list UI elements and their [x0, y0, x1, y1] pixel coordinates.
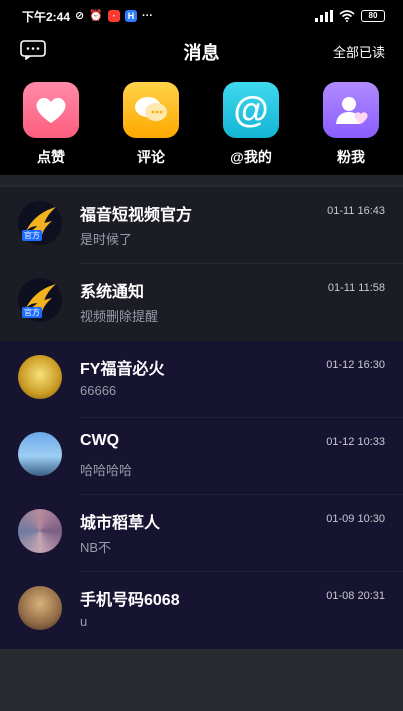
message-time: 01-11 16:43: [327, 205, 385, 217]
more-dots-icon: ···: [141, 9, 153, 22]
sender-name: CWQ: [80, 432, 120, 449]
official-badge: 官方: [22, 230, 42, 241]
quick-action-fans[interactable]: 粉我: [316, 82, 386, 167]
message-preview: u: [80, 614, 88, 629]
message-preview: NB不: [80, 540, 112, 555]
at-icon: @: [223, 82, 279, 138]
wifi-icon: [339, 10, 355, 22]
message-row[interactable]: FY福音必火 66666 01-12 16:30: [0, 341, 403, 418]
message-time: 01-11 11:58: [327, 282, 385, 294]
alarm-icon: ⏰: [89, 9, 103, 22]
status-time: 下午2:44: [22, 9, 71, 24]
avatar: [18, 509, 62, 553]
person-heart-icon: [323, 82, 379, 138]
message-preview: 是时候了: [80, 232, 133, 247]
message-row[interactable]: 官方 系统通知 视频删除提醒 01-11 11:58: [0, 264, 403, 341]
message-list: 官方 福音短视频官方 是时候了 01-11 16:43 官方 系统通知 视频删除…: [0, 187, 403, 649]
quick-action-label: 评论: [137, 149, 165, 165]
quick-action-comments[interactable]: 评论: [116, 82, 186, 167]
avatar: [18, 586, 62, 630]
mark-all-read-button[interactable]: 全部已读: [333, 42, 385, 61]
message-row[interactable]: 官方 福音短视频官方 是时候了 01-11 16:43: [0, 187, 403, 264]
empty-area: [0, 663, 403, 711]
message-time: 01-12 16:30: [326, 359, 385, 371]
battery-icon: 80: [361, 10, 385, 22]
quick-action-label: 点赞: [37, 149, 65, 165]
message-time: 01-08 20:31: [326, 590, 385, 602]
app-badge-blue-icon: H: [124, 10, 137, 22]
comment-icon: [123, 82, 179, 138]
message-preview: 66666: [80, 383, 117, 398]
official-badge: 官方: [22, 307, 42, 318]
sender-name: FY福音必火: [80, 361, 165, 378]
mute-icon: ⊘: [75, 9, 85, 22]
message-row[interactable]: CWQ 哈哈哈哈 01-12 10:33: [0, 418, 403, 495]
message-preview: 哈哈哈哈: [80, 463, 133, 478]
app-badge-red-icon: ·: [107, 10, 120, 22]
nav-bar: 消息 全部已读: [0, 32, 403, 68]
panel-header: [0, 175, 403, 185]
message-preview: 视频删除提醒: [80, 309, 159, 324]
quick-action-label: @我的: [230, 149, 272, 165]
heart-icon: [23, 82, 79, 138]
message-time: 01-09 10:30: [326, 513, 385, 525]
message-row[interactable]: 城市稻草人 NB不 01-09 10:30: [0, 495, 403, 572]
quick-action-likes[interactable]: 点赞: [16, 82, 86, 167]
sender-name: 福音短视频官方: [80, 207, 193, 224]
quick-actions: 点赞 评论 @ @我的 粉我: [0, 82, 403, 170]
quick-action-mentions[interactable]: @ @我的: [216, 82, 286, 167]
status-bar: 下午2:44 ⊘ ⏰ · H ··· 80: [0, 0, 403, 32]
message-panel: 官方 福音短视频官方 是时候了 01-11 16:43 官方 系统通知 视频删除…: [0, 175, 403, 711]
battery-level: 80: [368, 11, 378, 20]
message-row[interactable]: 手机号码6068 u 01-08 20:31: [0, 572, 403, 649]
avatar: [18, 355, 62, 399]
quick-action-label: 粉我: [337, 149, 365, 165]
signal-icon: [315, 10, 333, 22]
avatar: [18, 432, 62, 476]
sender-name: 手机号码6068: [80, 592, 180, 609]
sender-name: 城市稻草人: [80, 515, 161, 532]
message-time: 01-12 10:33: [326, 436, 385, 448]
sender-name: 系统通知: [80, 284, 145, 301]
